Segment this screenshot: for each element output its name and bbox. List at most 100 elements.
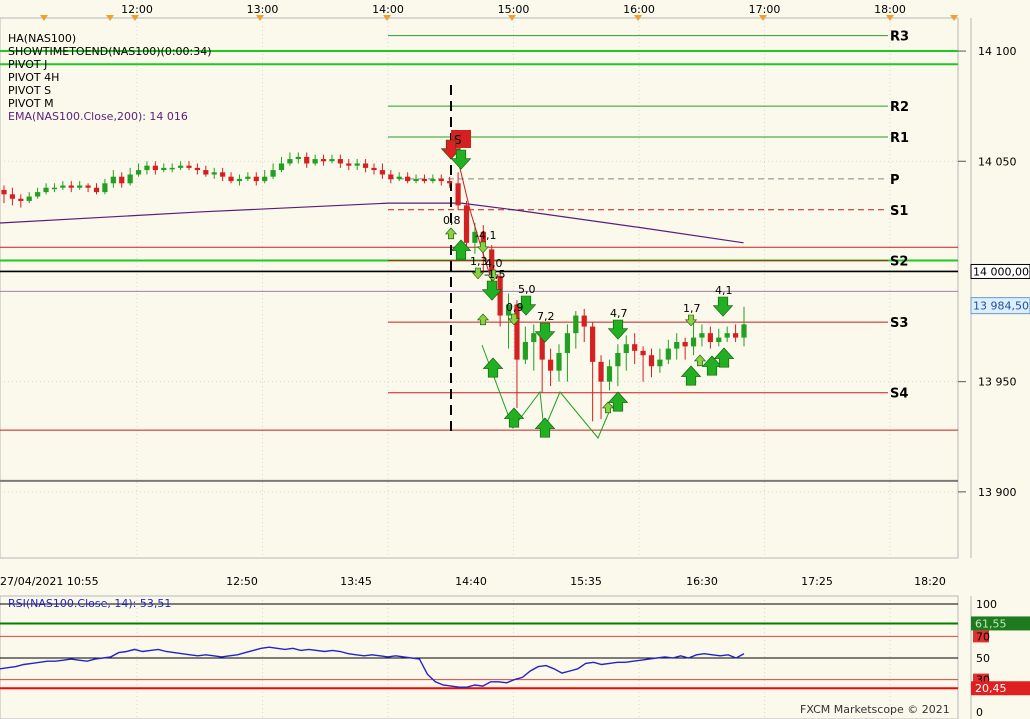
candle-body [220, 172, 226, 177]
candle-body [51, 187, 58, 190]
candle-body [119, 176, 125, 184]
trading-chart-window: 12:00 13:00 14:00 15:00 16:00 17:00 18:00 14 10… [0, 0, 1030, 719]
top-time-label: 18:00 [874, 3, 906, 16]
signal-label: -1,5 [484, 268, 505, 281]
candle-body [371, 167, 377, 171]
candle-body [329, 159, 335, 162]
candle-body [421, 178, 428, 182]
candle-body [615, 353, 621, 367]
candle-body [564, 333, 571, 354]
candle-body [295, 156, 301, 160]
rsi-upper-label: 61,55 [975, 617, 1007, 630]
candle-body [674, 342, 680, 349]
candle-body [177, 165, 184, 168]
candle-body [640, 350, 646, 356]
candle-body [304, 156, 310, 164]
level-label: 14 000,00 [973, 265, 1029, 278]
candle-body [60, 185, 66, 188]
pivot-label-S4: S4 [890, 387, 908, 402]
candle-body [581, 315, 587, 327]
legend-ema: EMA(NAS100.Close,200): 14 016 [8, 110, 188, 123]
candle-body [573, 315, 579, 334]
pivot-label-R3: R3 [890, 30, 909, 45]
candle-body [405, 176, 411, 182]
candle-body [26, 196, 32, 201]
candle-body [547, 359, 554, 371]
pivot-label-R1: R1 [890, 131, 909, 146]
candle-body [262, 176, 268, 182]
candle-body [657, 359, 663, 367]
candle-body [169, 167, 175, 170]
signal-label: 7,2 [537, 310, 555, 323]
candle-body [43, 187, 49, 193]
candle-body [77, 185, 83, 188]
pivot-label-S1: S1 [890, 204, 908, 219]
legend-pivot-m: PIVOT M [8, 97, 54, 110]
top-time-label: 14:00 [372, 3, 404, 16]
candle-body [135, 170, 142, 175]
candle-body [438, 178, 444, 182]
candle-body [85, 185, 91, 188]
legend-pivot-j: PIVOT J [8, 58, 48, 71]
candle-body [707, 333, 713, 342]
candle-body [110, 176, 116, 184]
price-tick-label: 13 950 [978, 376, 1017, 389]
candle-body [68, 185, 74, 188]
candle-body [716, 337, 722, 342]
signal-label: 4,7 [610, 307, 628, 320]
candle-body [1, 189, 7, 195]
signal-label: 0,9 [506, 301, 524, 314]
candle-body [9, 194, 16, 199]
candle-body [690, 337, 697, 347]
candle-body [278, 163, 285, 171]
candle-body [455, 183, 461, 206]
candle-body [396, 176, 402, 179]
candle-body [732, 333, 739, 338]
candle-body [270, 170, 276, 177]
candle-body [312, 159, 318, 164]
legend-instrument: HA(NAS100) [8, 32, 77, 45]
legend-timer: SHOWTIMETOEND(NAS100)(0:00:34) [8, 45, 212, 58]
candle-body [388, 174, 394, 179]
pivot-label-S3: S3 [890, 316, 908, 331]
candle-body [211, 172, 217, 175]
candle-body [93, 187, 100, 193]
candle-body [606, 366, 613, 382]
candle-body [413, 178, 419, 182]
price-tick-label: 14 050 [978, 155, 1017, 168]
candle-body [320, 159, 327, 162]
candle-body [337, 159, 343, 164]
candle-body [379, 170, 386, 175]
signal-label: 0,8 [443, 214, 461, 227]
candle-body [463, 205, 470, 243]
candle-body [741, 324, 747, 338]
candle-body [144, 165, 150, 171]
rsi-tick-label: 0 [976, 706, 983, 719]
top-time-label: 15:00 [498, 3, 530, 16]
copyright: FXCM Marketscope © 2021 [800, 703, 950, 716]
candle-body [556, 353, 562, 371]
candle-body [194, 167, 201, 171]
candle-body [161, 167, 167, 171]
candle-body [665, 348, 671, 360]
candle-body [430, 178, 436, 182]
candle-body [203, 170, 209, 175]
rsi-tick-label: 50 [976, 652, 990, 665]
candle-body [632, 344, 638, 351]
legend-pivot-4h: PIVOT 4H [8, 71, 60, 84]
candle-body [531, 333, 537, 342]
signal-label: -4,1 [475, 229, 496, 242]
top-time-label: 13:00 [247, 3, 279, 16]
top-time-label: 12:00 [121, 3, 153, 16]
price-tick-label: 14 100 [978, 45, 1017, 58]
candle-body [699, 333, 705, 338]
rsi-tick-label: 100 [976, 598, 997, 611]
rsi-legend: RSI(NAS100.Close, 14): 53,51 [8, 597, 172, 610]
candle-body [18, 198, 24, 201]
candle-body [253, 176, 259, 182]
rsi-lower-label: 20,45 [975, 682, 1007, 695]
candle-body [236, 178, 243, 182]
signal-label: 4,1 [715, 284, 733, 297]
candle-body [35, 192, 41, 197]
candle-body [287, 159, 293, 164]
